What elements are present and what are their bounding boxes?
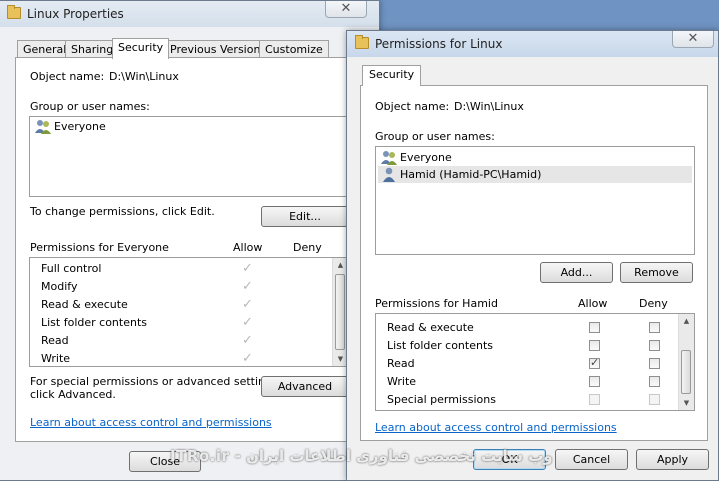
deny-checkbox[interactable] xyxy=(649,322,660,333)
edit-button[interactable]: Edit... xyxy=(261,206,349,227)
list-item-everyone[interactable]: Everyone xyxy=(378,149,692,166)
permission-name: Read & execute xyxy=(387,321,474,334)
permissions-for-label: Permissions for Everyone xyxy=(30,241,169,254)
tab-previous-versions[interactable]: Previous Versions xyxy=(164,40,273,58)
allow-header: Allow xyxy=(578,297,608,310)
object-name-label: Object name: xyxy=(30,70,105,83)
users-group-icon xyxy=(381,151,397,165)
change-permissions-text: To change permissions, click Edit. xyxy=(30,205,215,218)
properties-close-icon[interactable]: ✕ xyxy=(325,1,367,18)
allow-header: Allow xyxy=(233,241,263,254)
user-name: Everyone xyxy=(400,151,452,164)
permission-row-list-folder: List folder contents ✓ xyxy=(30,314,332,332)
permission-name: Full control xyxy=(41,262,102,275)
remove-button[interactable]: Remove xyxy=(620,262,693,283)
allow-checkbox[interactable] xyxy=(589,340,600,351)
deny-checkbox[interactable] xyxy=(649,376,660,387)
allow-check-icon: ✓ xyxy=(242,279,253,294)
folder-icon xyxy=(7,5,21,19)
linux-properties-window: Linux Properties ✕ General Sharing Secur… xyxy=(0,0,381,481)
permission-row-full-control: Full control ✓ xyxy=(30,260,332,278)
allow-check-icon: ✓ xyxy=(242,297,253,312)
deny-header: Deny xyxy=(293,241,322,254)
permission-name: Read & execute xyxy=(41,298,128,311)
deny-checkbox xyxy=(649,394,660,405)
permission-row-read: Read ✓ xyxy=(30,332,332,350)
scroll-thumb[interactable] xyxy=(681,350,691,394)
user-icon xyxy=(383,167,395,182)
permission-name: Special permissions xyxy=(387,393,496,406)
group-names-list[interactable]: Everyone xyxy=(29,116,381,197)
allow-checkbox[interactable] xyxy=(589,356,600,369)
tab-security[interactable]: Security xyxy=(112,38,170,59)
permission-row-modify: Modify ✓ xyxy=(30,278,332,296)
group-names-label: Group or user names: xyxy=(30,100,150,113)
permission-name: Modify xyxy=(41,280,78,293)
object-name-value: D:\Win\Linux xyxy=(454,100,524,113)
properties-titlebar[interactable]: Linux Properties ✕ xyxy=(0,1,379,27)
deny-checkbox[interactable] xyxy=(649,340,660,351)
users-group-icon xyxy=(35,120,51,134)
permission-row-read: Read xyxy=(376,355,678,373)
permission-row-list-folder: List folder contents xyxy=(376,337,678,355)
permission-name: List folder contents xyxy=(41,316,147,329)
scroll-up-icon[interactable]: ▲ xyxy=(679,314,694,328)
allow-check-icon: ✓ xyxy=(242,315,253,330)
object-name-label: Object name: xyxy=(375,100,450,113)
allow-check-icon: ✓ xyxy=(242,261,253,276)
permission-row-write: Write ✓ xyxy=(30,350,332,368)
list-item-hamid[interactable]: Hamid (Hamid-PC\Hamid) xyxy=(378,166,692,183)
permissions-title: Permissions for Linux xyxy=(375,37,503,51)
user-name: Everyone xyxy=(54,120,106,133)
cancel-button[interactable]: Cancel xyxy=(555,449,628,470)
scroll-down-icon[interactable]: ▼ xyxy=(679,396,694,410)
allow-checkbox xyxy=(589,394,600,405)
permissions-titlebar[interactable]: Permissions for Linux ✕ xyxy=(347,31,718,57)
site-watermark: وب سایت تخصصی فناوری اطلاعات ایران - ITR… xyxy=(170,447,553,465)
tab-security[interactable]: Security xyxy=(362,65,422,86)
permission-name: Read xyxy=(41,334,69,347)
permission-name: Write xyxy=(387,375,417,388)
permissions-list[interactable]: Full control ✓ Modify ✓ Read & execute ✓… xyxy=(29,257,349,367)
add-button[interactable]: Add... xyxy=(540,262,613,283)
permissions-close-icon[interactable]: ✕ xyxy=(672,31,714,48)
allow-checkbox[interactable] xyxy=(589,322,600,333)
scroll-thumb[interactable] xyxy=(335,274,345,350)
list-item-everyone[interactable]: Everyone xyxy=(32,118,378,135)
deny-checkbox[interactable] xyxy=(649,358,660,369)
group-names-label: Group or user names: xyxy=(375,130,495,143)
folder-icon xyxy=(355,35,369,49)
permissions-for-label: Permissions for Hamid xyxy=(375,297,498,310)
group-names-list[interactable]: Everyone Hamid (Hamid-PC\Hamid) xyxy=(375,146,695,255)
permission-name: Write xyxy=(41,352,71,365)
learn-access-control-link[interactable]: Learn about access control and permissio… xyxy=(30,416,272,429)
tab-customize[interactable]: Customize xyxy=(259,40,329,58)
permission-name: Read xyxy=(387,357,415,370)
permissions-window: Permissions for Linux ✕ Security Object … xyxy=(346,30,719,481)
advanced-button[interactable]: Advanced xyxy=(261,376,349,397)
permissions-scrollbar[interactable]: ▲ ▼ xyxy=(678,314,694,410)
permission-row-write: Write xyxy=(376,373,678,391)
properties-title: Linux Properties xyxy=(27,7,124,21)
permission-row-read-execute: Read & execute xyxy=(376,319,678,337)
permissions-list[interactable]: Read & execute List folder contents Read… xyxy=(375,313,695,411)
allow-checkbox[interactable] xyxy=(589,376,600,387)
user-name: Hamid (Hamid-PC\Hamid) xyxy=(400,168,542,181)
special-permissions-text-1: For special permissions or advanced sett… xyxy=(30,375,282,388)
permission-row-read-execute: Read & execute ✓ xyxy=(30,296,332,314)
object-name-value: D:\Win\Linux xyxy=(109,70,179,83)
permission-name: List folder contents xyxy=(387,339,493,352)
permission-row-special: Special permissions xyxy=(376,391,678,409)
allow-check-icon: ✓ xyxy=(242,351,253,366)
allow-check-icon: ✓ xyxy=(242,333,253,348)
deny-header: Deny xyxy=(639,297,668,310)
apply-button[interactable]: Apply xyxy=(636,449,709,470)
special-permissions-text-2: click Advanced. xyxy=(30,388,116,401)
learn-access-control-link[interactable]: Learn about access control and permissio… xyxy=(375,421,617,434)
